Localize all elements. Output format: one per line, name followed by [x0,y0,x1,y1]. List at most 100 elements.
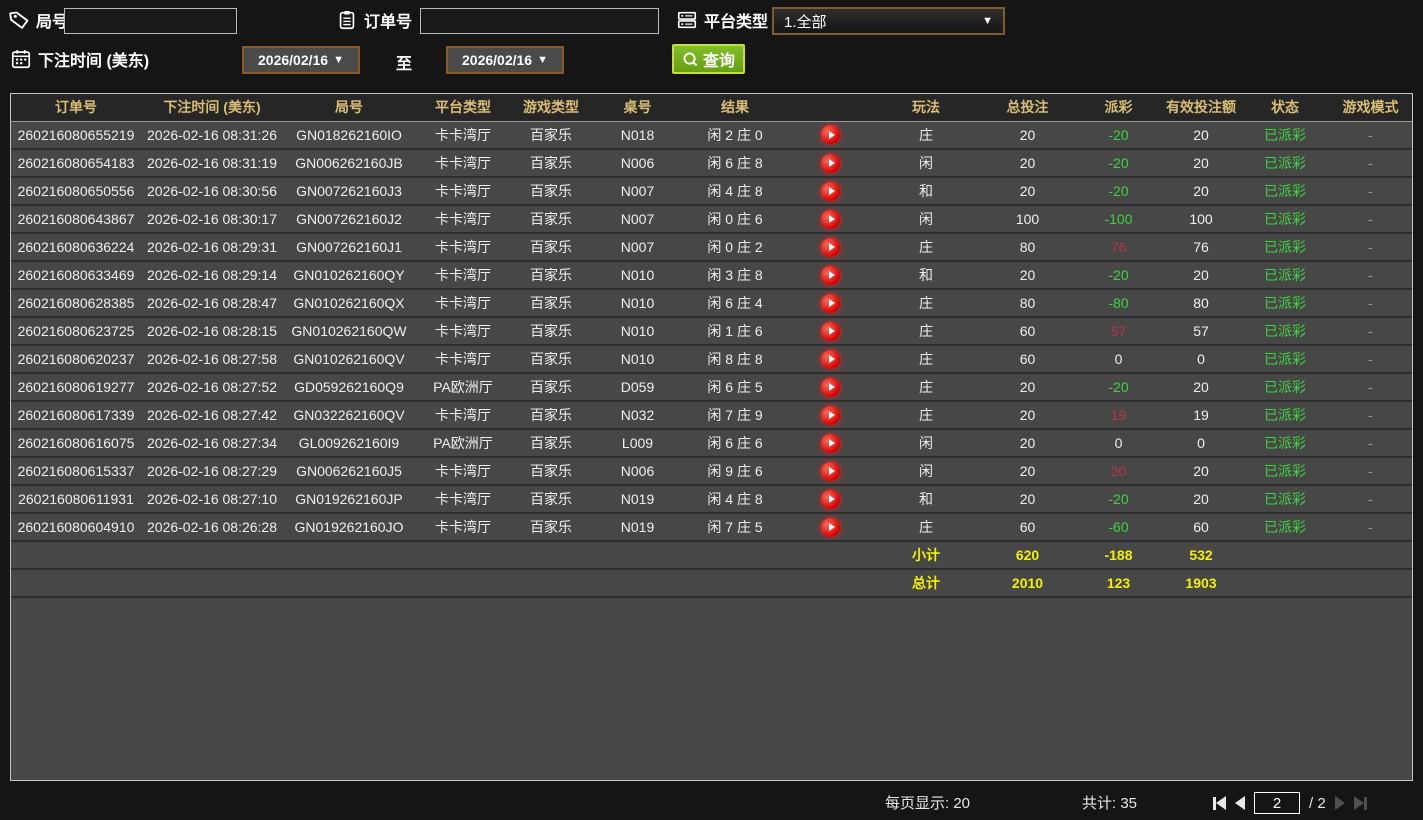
last-page-button[interactable] [1354,796,1367,810]
replay-button[interactable] [821,266,840,285]
table-row: 2602160806283852026-02-16 08:28:47GN0102… [11,289,1413,317]
cell-round_no: GL009262160I9 [283,429,415,457]
cell-result: 闲 6 庄 6 [684,429,786,457]
play-icon [829,523,835,531]
cell-platform: 卡卡湾厅 [415,317,511,345]
col-header-bet_time: 下注时间 (美东) [141,94,283,121]
cell-game_type: 百家乐 [511,373,591,401]
replay-button[interactable] [821,490,840,509]
play-icon [829,411,835,419]
cell-game_type: 百家乐 [511,401,591,429]
cell-round_no: GN019262160JO [283,513,415,541]
cell-platform: 卡卡湾厅 [415,485,511,513]
search-button[interactable]: 查询 [672,44,745,74]
summary-empty-cell [511,541,591,569]
cell-play_type: 庄 [875,373,977,401]
cell-result: 闲 8 庄 8 [684,345,786,373]
cell-status: 已派彩 [1243,373,1327,401]
cell-status: 已派彩 [1243,429,1327,457]
replay-button[interactable] [821,462,840,481]
page-number-input[interactable] [1254,792,1300,814]
cell-order_no: 260216080604910 [11,513,141,541]
next-page-button[interactable] [1335,796,1345,810]
date-to-value: 2026/02/16 [462,52,532,68]
cell-payout: 0 [1078,345,1159,373]
cell-play_type: 闲 [875,149,977,177]
replay-button[interactable] [821,210,840,229]
replay-button[interactable] [821,406,840,425]
summary-empty-cell [591,569,684,597]
table-row: 2602160806119312026-02-16 08:27:10GN0192… [11,485,1413,513]
prev-page-button[interactable] [1235,796,1245,810]
chevron-down-icon: ▼ [982,15,993,27]
cell-payout: -80 [1078,289,1159,317]
replay-button[interactable] [821,434,840,453]
cell-play_type: 庄 [875,317,977,345]
summary-payout: -188 [1078,541,1159,569]
table-row: 2602160806049102026-02-16 08:26:28GN0192… [11,513,1413,541]
date-from-picker[interactable]: 2026/02/16 ▼ [242,46,360,74]
cell-payout: -20 [1078,373,1159,401]
cell-table_no: N007 [591,177,684,205]
platform-type-filter: 平台类型 [676,8,768,32]
table-row: 2602160806192772026-02-16 08:27:52GD0592… [11,373,1413,401]
cell-bet_time: 2026-02-16 08:30:17 [141,205,283,233]
table-row: 2602160806362242026-02-16 08:29:31GN0072… [11,233,1413,261]
cell-round_no: GN007262160J3 [283,177,415,205]
col-header-payout: 派彩 [1078,94,1159,121]
cell-game_mode: - [1327,373,1413,401]
replay-button[interactable] [821,518,840,537]
cell-bet_time: 2026-02-16 08:27:10 [141,485,283,513]
replay-button[interactable] [821,125,840,144]
cell-status: 已派彩 [1243,485,1327,513]
cell-replay [786,177,875,205]
replay-button[interactable] [821,154,840,173]
summary-empty-cell [786,541,875,569]
play-icon [829,271,835,279]
cell-play_type: 和 [875,261,977,289]
cell-status: 已派彩 [1243,233,1327,261]
cell-payout: 57 [1078,317,1159,345]
clipboard-icon [336,9,358,31]
summary-empty-cell [141,569,283,597]
cell-replay [786,289,875,317]
cell-table_no: N019 [591,485,684,513]
platform-type-select[interactable]: 1.全部 ▼ [772,7,1005,35]
replay-button[interactable] [821,294,840,313]
cell-valid_bet: 0 [1159,345,1243,373]
bet-records-table: 订单号下注时间 (美东)局号平台类型游戏类型桌号结果玩法总投注派彩有效投注额状态… [10,93,1413,781]
order-no-input[interactable] [420,8,659,34]
round-no-input[interactable] [64,8,237,34]
cell-round_no: GN010262160QY [283,261,415,289]
cell-bet_time: 2026-02-16 08:31:19 [141,149,283,177]
cell-total_bet: 20 [977,177,1078,205]
cell-round_no: GN010262160QW [283,317,415,345]
cell-table_no: N010 [591,317,684,345]
platform-type-value: 1.全部 [784,11,827,32]
replay-button[interactable] [821,350,840,369]
table-header: 订单号下注时间 (美东)局号平台类型游戏类型桌号结果玩法总投注派彩有效投注额状态… [11,94,1413,121]
cell-total_bet: 80 [977,289,1078,317]
replay-button[interactable] [821,182,840,201]
col-header-replay [786,94,875,121]
summary-label: 小计 [875,541,977,569]
replay-button[interactable] [821,378,840,397]
cell-game_mode: - [1327,149,1413,177]
cell-order_no: 260216080643867 [11,205,141,233]
cell-play_type: 庄 [875,121,977,149]
replay-button[interactable] [821,322,840,341]
cell-bet_time: 2026-02-16 08:27:52 [141,373,283,401]
date-to-picker[interactable]: 2026/02/16 ▼ [446,46,564,74]
cell-bet_time: 2026-02-16 08:26:28 [141,513,283,541]
col-header-round_no: 局号 [283,94,415,121]
cell-payout: -20 [1078,261,1159,289]
cell-replay [786,233,875,261]
cell-game_mode: - [1327,205,1413,233]
replay-button[interactable] [821,238,840,257]
col-header-status: 状态 [1243,94,1327,121]
cell-total_bet: 20 [977,373,1078,401]
table-row: 2602160806202372026-02-16 08:27:58GN0102… [11,345,1413,373]
summary-empty-cell [684,541,786,569]
first-page-button[interactable] [1213,796,1226,810]
summary-empty-cell [1327,541,1413,569]
